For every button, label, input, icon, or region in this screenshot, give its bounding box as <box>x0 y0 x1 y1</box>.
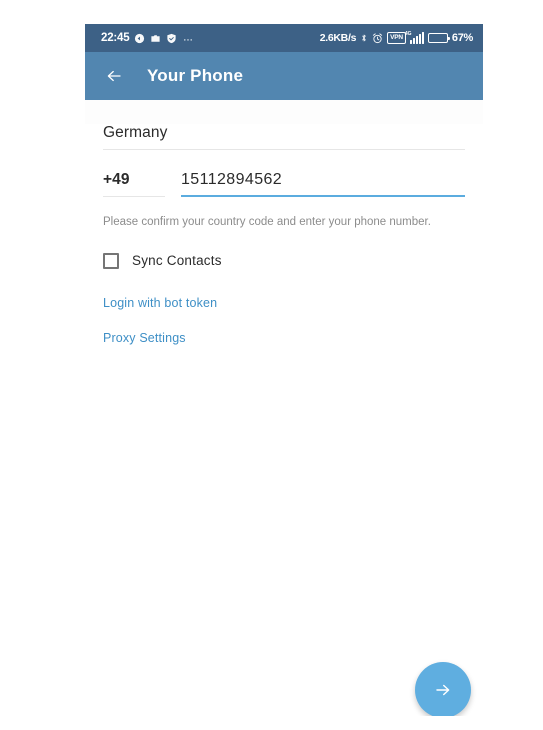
battery-percent: 67% <box>451 32 473 44</box>
shield-icon <box>166 33 177 44</box>
status-bar: 22:45 2.6KB/s VPN 4G 67% <box>85 24 483 52</box>
status-clock: 22:45 <box>101 32 130 44</box>
main-content: Germany +49 15112894562 Please confirm y… <box>85 124 483 716</box>
app-bar: Your Phone <box>85 52 483 100</box>
vpn-icon: VPN <box>387 32 406 44</box>
phone-row: +49 15112894562 <box>103 171 465 197</box>
phone-number-field[interactable]: 15112894562 <box>181 171 465 197</box>
phone-screen: 22:45 2.6KB/s VPN 4G 67% Your Phone Germ… <box>85 24 483 716</box>
battery-icon <box>427 33 451 43</box>
country-value[interactable]: Germany <box>103 124 465 142</box>
page-title: Your Phone <box>147 66 244 85</box>
country-code-value[interactable]: +49 <box>103 171 165 189</box>
status-bar-right: 2.6KB/s VPN 4G 67% <box>319 31 473 44</box>
hint-text: Please confirm your country code and ent… <box>103 216 431 228</box>
network-rate: 2.6KB/s <box>319 32 357 44</box>
status-bar-left: 22:45 <box>101 32 194 44</box>
country-code-field[interactable]: +49 <box>103 171 165 197</box>
alarm-icon <box>372 32 383 44</box>
phone-number-value[interactable]: 15112894562 <box>181 171 465 189</box>
proxy-settings-link[interactable]: Proxy Settings <box>103 331 186 345</box>
sync-contacts-label: Sync Contacts <box>132 253 222 269</box>
signal-icon: 4G <box>405 31 424 44</box>
arrow-left-icon <box>107 70 121 82</box>
login-with-bot-token-link[interactable]: Login with bot token <box>103 296 217 310</box>
screenshot-root: 22:45 2.6KB/s VPN 4G 67% Your Phone Germ… <box>0 0 543 730</box>
rotate-icon <box>134 33 145 44</box>
next-button[interactable] <box>415 662 471 716</box>
sync-contacts-row[interactable]: Sync Contacts <box>103 252 222 269</box>
country-field[interactable]: Germany <box>103 124 465 150</box>
arrow-right-icon <box>436 684 450 696</box>
signal-generation-label: 4G <box>404 31 412 37</box>
more-icon <box>182 33 194 44</box>
camera-icon <box>150 33 161 44</box>
back-button[interactable] <box>99 61 129 91</box>
sync-contacts-checkbox[interactable] <box>103 252 119 269</box>
bluetooth-icon <box>360 32 368 44</box>
